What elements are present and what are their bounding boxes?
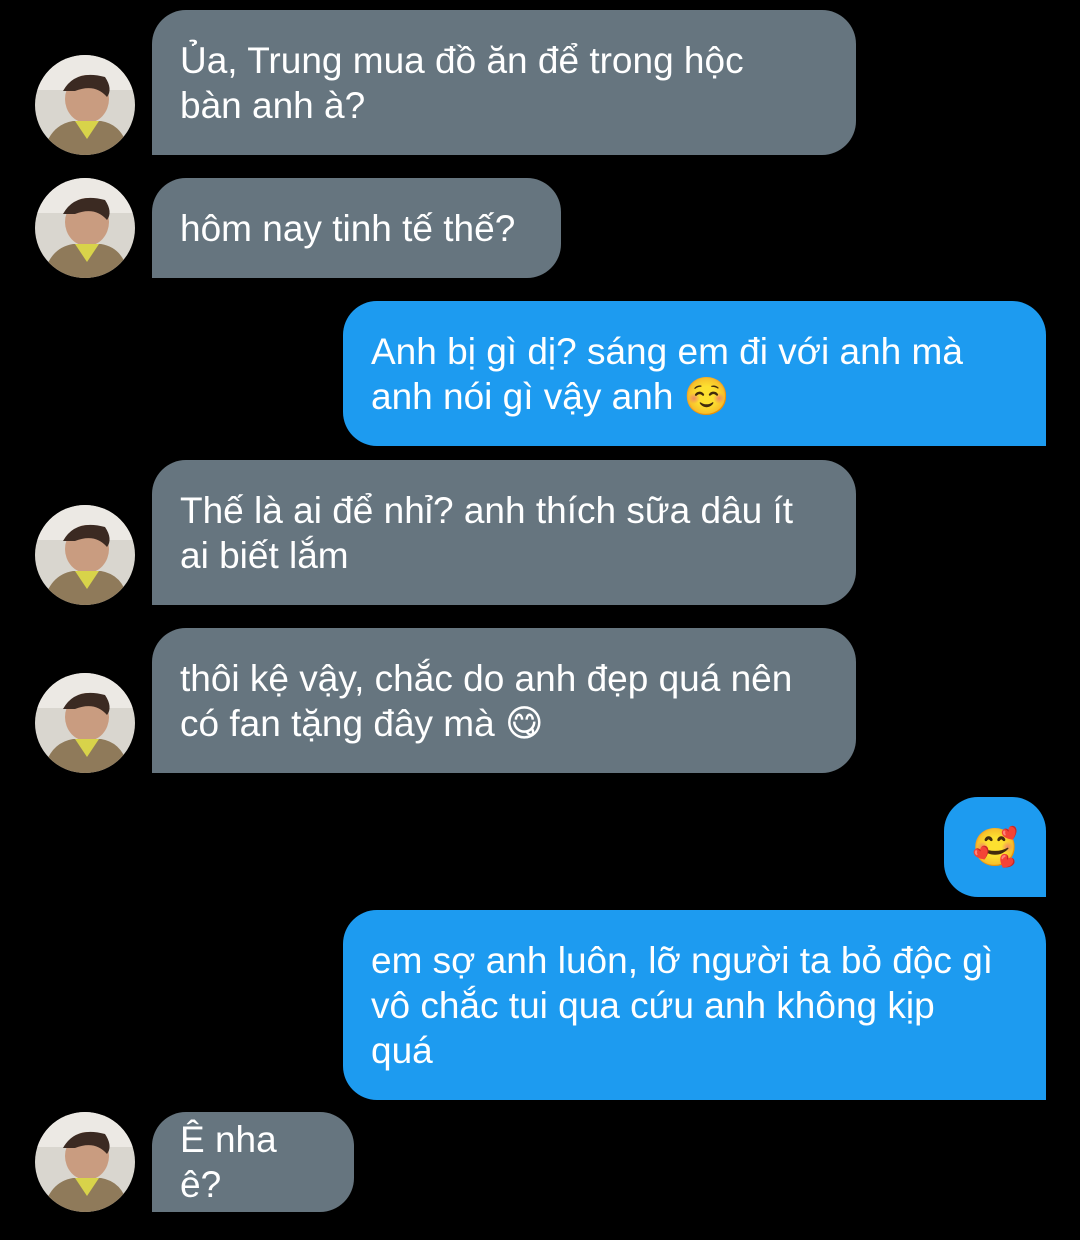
message-bubble-outgoing[interactable]: 🥰 bbox=[944, 797, 1046, 897]
message-bubble-incoming[interactable]: hôm nay tinh tế thế? bbox=[152, 178, 561, 278]
message-bubble-incoming[interactable]: Thế là ai để nhỉ? anh thích sữa dâu ít a… bbox=[152, 460, 856, 605]
chat-thread: Ủa, Trung mua đồ ăn để trong hộc bàn anh… bbox=[0, 0, 1080, 1240]
contact-avatar[interactable] bbox=[35, 673, 135, 773]
message-bubble-outgoing[interactable]: em sợ anh luôn, lỡ người ta bỏ độc gì vô… bbox=[343, 910, 1046, 1100]
message-bubble-outgoing[interactable]: Anh bị gì dị? sáng em đi với anh mà anh … bbox=[343, 301, 1046, 446]
contact-avatar[interactable] bbox=[35, 178, 135, 278]
message-bubble-incoming[interactable]: thôi kệ vậy, chắc do anh đẹp quá nên có … bbox=[152, 628, 856, 773]
contact-avatar[interactable] bbox=[35, 1112, 135, 1212]
contact-avatar[interactable] bbox=[35, 505, 135, 605]
contact-avatar[interactable] bbox=[35, 55, 135, 155]
message-bubble-incoming[interactable]: Ủa, Trung mua đồ ăn để trong hộc bàn anh… bbox=[152, 10, 856, 155]
message-bubble-incoming[interactable]: Ê nha ê? bbox=[152, 1112, 354, 1212]
